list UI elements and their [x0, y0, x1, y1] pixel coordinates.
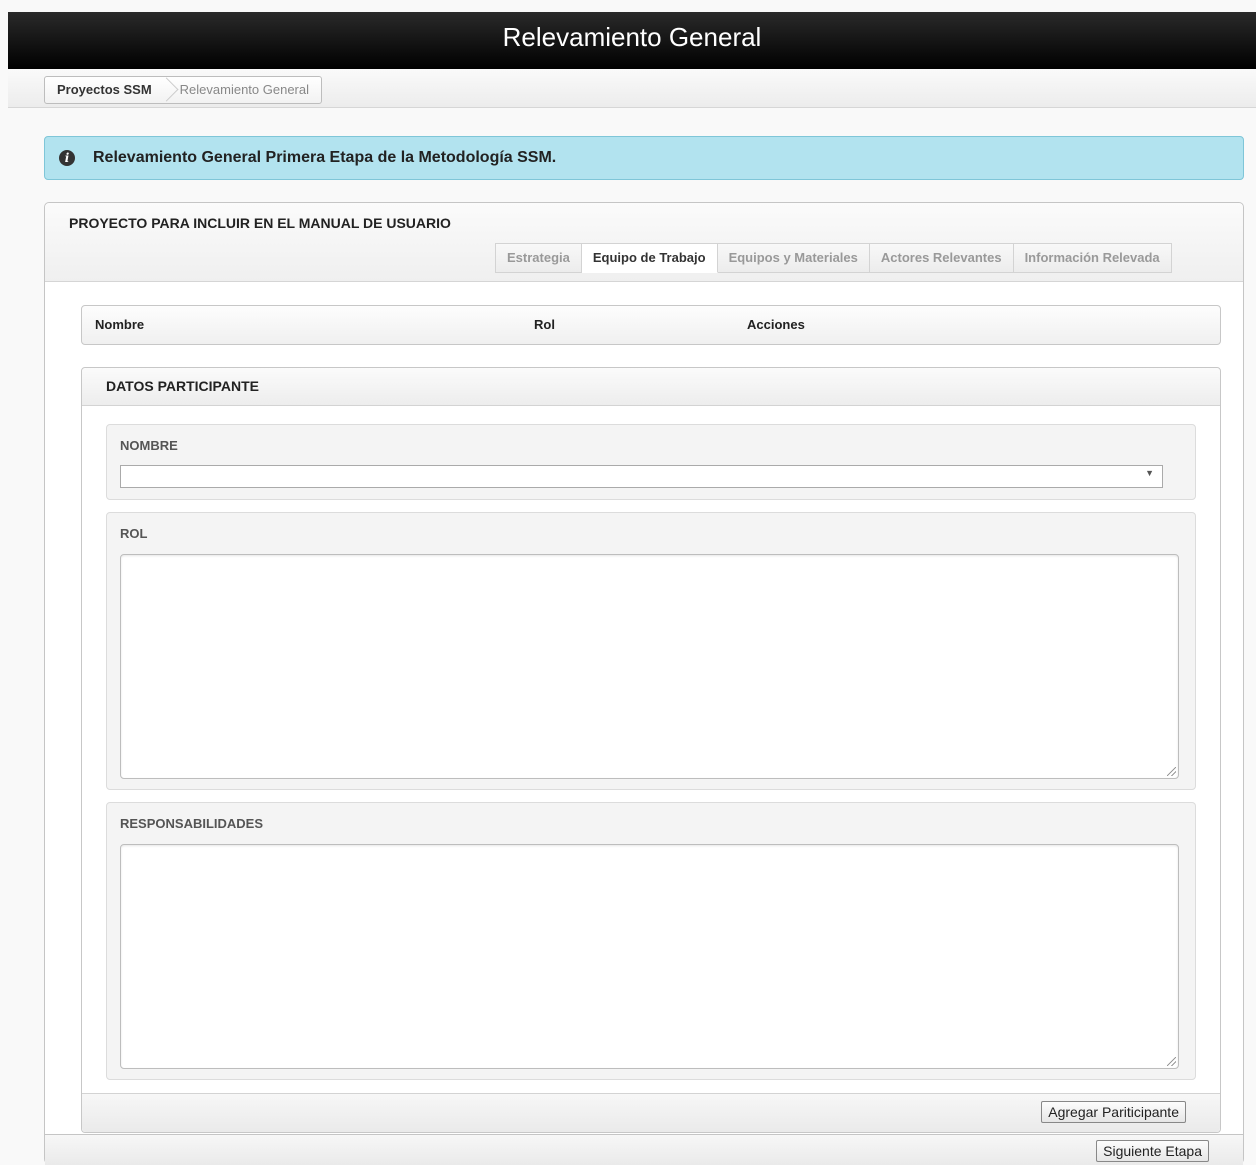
rol-group: ROL	[106, 512, 1196, 790]
column-header-rol[interactable]: Rol	[534, 306, 555, 344]
datos-participante-footer: Agregar Pariticipante	[82, 1093, 1220, 1132]
info-message: Relevamiento General Primera Etapa de la…	[93, 149, 557, 166]
page-title: Relevamiento General	[502, 22, 762, 52]
siguiente-etapa-button[interactable]: Siguiente Etapa	[1096, 1140, 1209, 1162]
rol-textarea[interactable]	[120, 554, 1179, 779]
responsabilidades-label: RESPONSABILIDADES	[120, 816, 264, 831]
tab-bar: Estrategia Equipo de Trabajo Equipos y M…	[495, 243, 1172, 273]
participants-table-header: Nombre Rol Acciones	[81, 305, 1221, 345]
rol-label: ROL	[120, 526, 148, 541]
responsabilidades-group: RESPONSABILIDADES	[106, 802, 1196, 1080]
breadcrumb-item-proyectos[interactable]: Proyectos SSM	[45, 77, 164, 103]
resize-handle-icon[interactable]	[1167, 767, 1176, 776]
breadcrumb-bar: Proyectos SSM Relevamiento General	[8, 69, 1256, 108]
project-header: PROYECTO PARA INCLUIR EN EL MANUAL DE US…	[45, 203, 1243, 282]
datos-participante-panel: DATOS PARTICIPANTE NOMBRE ▼ ROL RESPONSA…	[81, 367, 1221, 1133]
bottom-bar: Siguiente Etapa	[45, 1134, 1243, 1165]
chevron-down-icon: ▼	[1145, 468, 1154, 478]
project-title: PROYECTO PARA INCLUIR EN EL MANUAL DE US…	[69, 215, 451, 231]
app-header: Relevamiento General	[8, 12, 1256, 69]
info-icon: i	[59, 150, 75, 166]
info-alert: i Relevamiento General Primera Etapa de …	[44, 136, 1244, 180]
tab-informacion-relevada[interactable]: Información Relevada	[1013, 243, 1172, 273]
column-header-acciones: Acciones	[747, 317, 805, 332]
tab-estrategia[interactable]: Estrategia	[495, 243, 582, 273]
nombre-label: NOMBRE	[120, 438, 178, 453]
tab-actores-relevantes[interactable]: Actores Relevantes	[869, 243, 1014, 273]
responsabilidades-textarea[interactable]	[120, 844, 1179, 1069]
datos-participante-title: DATOS PARTICIPANTE	[106, 378, 259, 394]
nombre-select[interactable]: ▼	[120, 465, 1163, 488]
breadcrumb: Proyectos SSM Relevamiento General	[44, 76, 323, 104]
datos-participante-header: DATOS PARTICIPANTE	[82, 368, 1220, 406]
resize-handle-icon[interactable]	[1167, 1057, 1176, 1066]
column-header-nombre[interactable]: Nombre	[95, 306, 144, 344]
nombre-group: NOMBRE ▼	[106, 424, 1196, 500]
breadcrumb-item-relevamiento[interactable]: Relevamiento General	[164, 77, 321, 103]
tab-equipo-de-trabajo[interactable]: Equipo de Trabajo	[581, 243, 718, 273]
agregar-participante-button[interactable]: Agregar Pariticipante	[1041, 1101, 1186, 1123]
project-panel: PROYECTO PARA INCLUIR EN EL MANUAL DE US…	[44, 202, 1244, 1165]
tab-equipos-y-materiales[interactable]: Equipos y Materiales	[717, 243, 870, 273]
